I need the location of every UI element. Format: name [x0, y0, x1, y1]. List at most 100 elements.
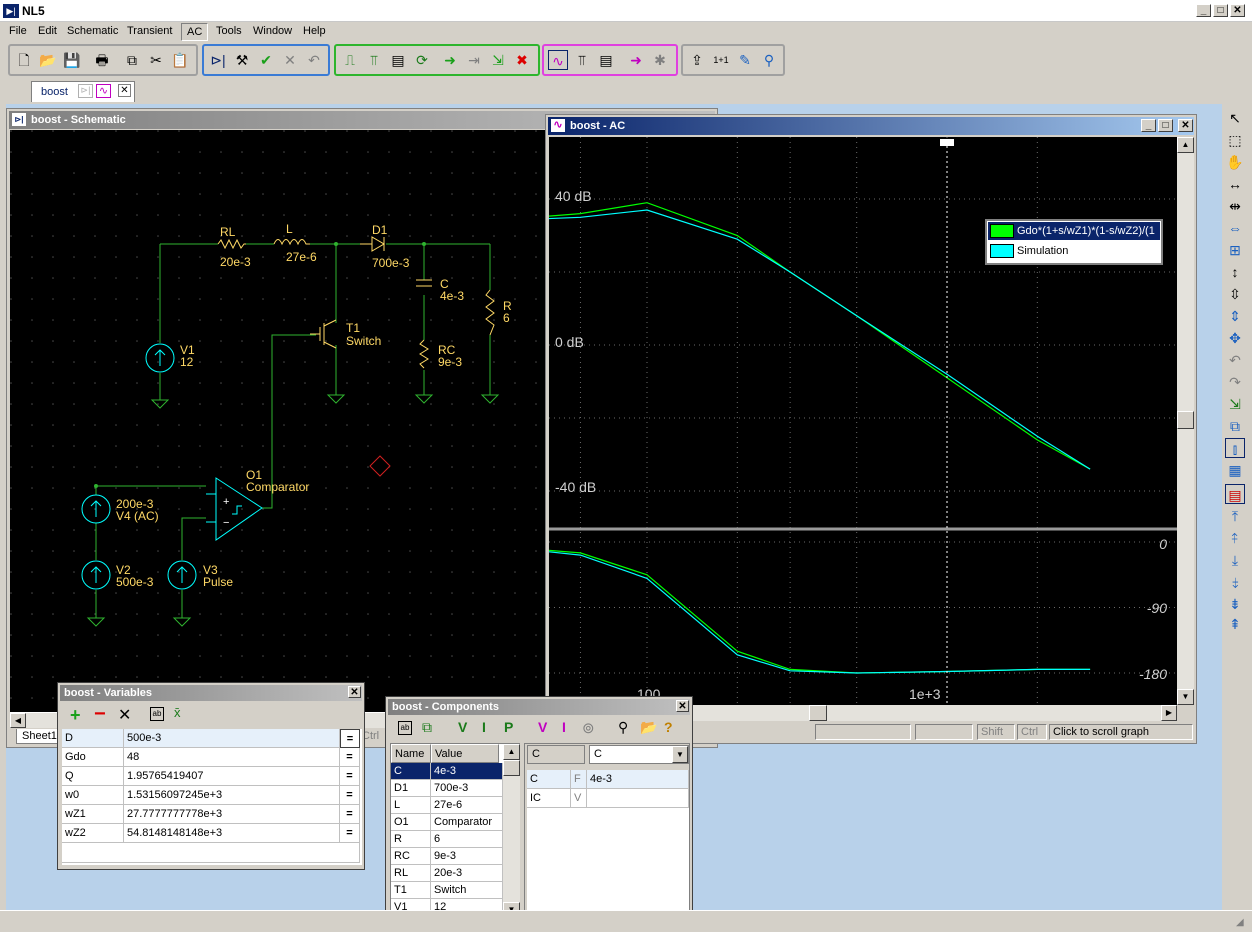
ac-graph-area[interactable]: 40 dB 0 dB -40 dB 0 -90 -180 100 1e+3 Gd… — [346, 137, 1177, 705]
marker-icon[interactable]: ⚲ — [759, 50, 779, 70]
start-icon[interactable]: ➜ — [440, 50, 460, 70]
variable-name[interactable]: Q — [62, 767, 124, 786]
select-box-icon[interactable]: ⬚ — [1225, 130, 1245, 150]
variable-value[interactable]: 1.95765419407 — [124, 767, 340, 786]
fit-all-icon[interactable]: ✥ — [1225, 328, 1245, 348]
variable-edit-icon[interactable]: = — [340, 767, 360, 786]
schematic-canvas[interactable]: RL 20e-3 L 27e-6 D1 700e-3 C 4e-3 R 6 RC… — [10, 130, 550, 712]
cut-icon[interactable]: ✂ — [146, 50, 166, 70]
export-icon[interactable]: ⇪ — [687, 50, 707, 70]
continue-icon[interactable]: ⇥ — [464, 50, 484, 70]
variable-name[interactable]: wZ1 — [62, 805, 124, 824]
undo-icon[interactable]: ↶ — [304, 50, 324, 70]
maximize-button[interactable]: □ — [1213, 4, 1228, 17]
document-tab[interactable]: boost ⊳| ∿ ✕ — [31, 81, 135, 102]
menu-edit[interactable]: Edit — [38, 25, 57, 37]
variable-value[interactable]: 54.8148148148e+3 — [124, 824, 340, 843]
variable-name[interactable]: w0 — [62, 786, 124, 805]
ac-source-icon[interactable]: ⊚ — [582, 719, 595, 737]
rename-icon[interactable]: ab — [150, 707, 164, 721]
fit-x-icon[interactable]: ⇔ — [1225, 218, 1245, 238]
scroll-down-arrow[interactable]: ▼ — [1177, 689, 1194, 705]
component-row-name[interactable]: D1 — [391, 780, 431, 797]
paste-icon[interactable]: 📋 — [170, 50, 190, 70]
h-scroll-thumb[interactable] — [809, 705, 827, 721]
variable-edit-icon[interactable]: = — [340, 786, 360, 805]
new-icon[interactable]: 🗋 — [14, 50, 34, 70]
marker-up-icon[interactable]: ⤒ — [1225, 506, 1245, 526]
open-model-icon[interactable]: 📂 — [640, 719, 657, 736]
remove-variable-icon[interactable]: − — [94, 703, 106, 726]
components-close-button[interactable]: ✕ — [676, 700, 689, 712]
variable-edit-icon[interactable]: = — [340, 824, 360, 843]
component-row-name[interactable]: T1 — [391, 882, 431, 899]
variable-value[interactable]: 48 — [124, 748, 340, 767]
component-type-select[interactable]: C ▼ — [589, 745, 689, 764]
ac-current-trace-icon[interactable]: I — [562, 719, 566, 735]
pointer-icon[interactable]: ↖ — [1225, 108, 1245, 128]
help-icon[interactable]: ? — [664, 719, 673, 735]
list-scroll-up[interactable]: ▲ — [503, 744, 520, 760]
property-value[interactable]: 4e-3 — [587, 770, 689, 789]
component-row-value[interactable]: 27e-6 — [431, 797, 503, 814]
scroll-thumb[interactable] — [1177, 411, 1194, 429]
formula-icon[interactable]: x̄ — [174, 705, 181, 720]
step-icon[interactable]: ⇲ — [488, 50, 508, 70]
voltage-trace-icon[interactable]: V — [458, 719, 467, 735]
components-vscrollbar[interactable]: ▲ ▼ — [503, 744, 520, 918]
rename-component-icon[interactable]: ab — [398, 721, 412, 735]
duplicate-icon[interactable]: ⧉ — [422, 719, 432, 736]
zoom-x-out-icon[interactable]: ⇹ — [1225, 196, 1245, 216]
component-row-name[interactable]: C — [391, 763, 431, 780]
scroll-left-arrow[interactable]: ◀ — [10, 713, 26, 728]
variable-name[interactable]: wZ2 — [62, 824, 124, 843]
component-row-value[interactable]: Switch — [431, 882, 503, 899]
fit-y-icon[interactable]: ⇕ — [1225, 306, 1245, 326]
menu-schematic[interactable]: Schematic — [67, 25, 118, 37]
pan-icon[interactable]: ✋ — [1225, 152, 1245, 172]
ac-minimize-button[interactable]: _ — [1141, 119, 1156, 132]
current-trace-icon[interactable]: I — [482, 719, 486, 735]
variable-value[interactable]: 27.7777777778e+3 — [124, 805, 340, 824]
add-variable-icon[interactable]: + — [70, 705, 81, 726]
copy-trace-icon[interactable]: ⧉ — [1225, 416, 1245, 436]
close-button[interactable]: ✕ — [1230, 4, 1245, 17]
marker-prev-icon[interactable]: ⇞ — [1225, 614, 1245, 634]
menu-tools[interactable]: Tools — [216, 25, 242, 37]
variable-edit-icon[interactable]: = — [340, 729, 360, 748]
component-row-value[interactable]: 6 — [431, 831, 503, 848]
ac-table-icon[interactable]: ▤ — [596, 50, 616, 70]
ac-trace-icon[interactable]: ⫪ — [572, 50, 592, 70]
ac-close-button[interactable]: ✕ — [1178, 119, 1193, 132]
find-icon[interactable]: ⚲ — [618, 719, 628, 736]
menu-window[interactable]: Window — [253, 25, 292, 37]
refresh-icon[interactable]: ⟳ — [412, 50, 432, 70]
delete-icon[interactable]: ✕ — [280, 50, 300, 70]
schematic-icon[interactable]: ⊳| — [208, 50, 228, 70]
color-legend-icon[interactable]: ▤ — [1225, 484, 1245, 504]
ac-start-icon[interactable]: ➜ — [626, 50, 646, 70]
trace-icon[interactable]: ⫪ — [364, 50, 384, 70]
ac-vscrollbar[interactable]: ▲ ▼ — [1177, 137, 1194, 705]
ac-icon[interactable]: ∿ — [548, 50, 568, 70]
legend-item-simulation[interactable]: Simulation — [988, 242, 1160, 260]
chevron-down-icon[interactable]: ▼ — [672, 746, 688, 763]
menu-file[interactable]: File — [9, 25, 27, 37]
tools-icon[interactable]: ⚒ — [232, 50, 252, 70]
open-icon[interactable]: 📂 — [38, 50, 58, 70]
stop-icon[interactable]: ✖ — [512, 50, 532, 70]
copy-icon[interactable]: ⧉ — [122, 50, 142, 70]
marker-min-icon[interactable]: ⤈ — [1225, 572, 1245, 592]
component-row-value[interactable]: 20e-3 — [431, 865, 503, 882]
variable-edit-icon[interactable]: = — [340, 805, 360, 824]
component-row-value[interactable]: 4e-3 — [431, 763, 503, 780]
table-view-icon[interactable]: ▦ — [1225, 460, 1245, 480]
graph-undo-icon[interactable]: ↶ — [1225, 350, 1245, 370]
schematic-tab-icon[interactable]: ⊳| — [78, 84, 93, 98]
transient-table-icon[interactable]: ▤ — [388, 50, 408, 70]
fit-x-pane-icon[interactable]: ⊞ — [1225, 240, 1245, 260]
component-row-name[interactable]: O1 — [391, 814, 431, 831]
print-icon[interactable]: 🖶 — [92, 50, 112, 70]
calc-icon[interactable]: 1+1 — [711, 50, 731, 70]
delete-variable-icon[interactable]: ✕ — [118, 705, 131, 725]
